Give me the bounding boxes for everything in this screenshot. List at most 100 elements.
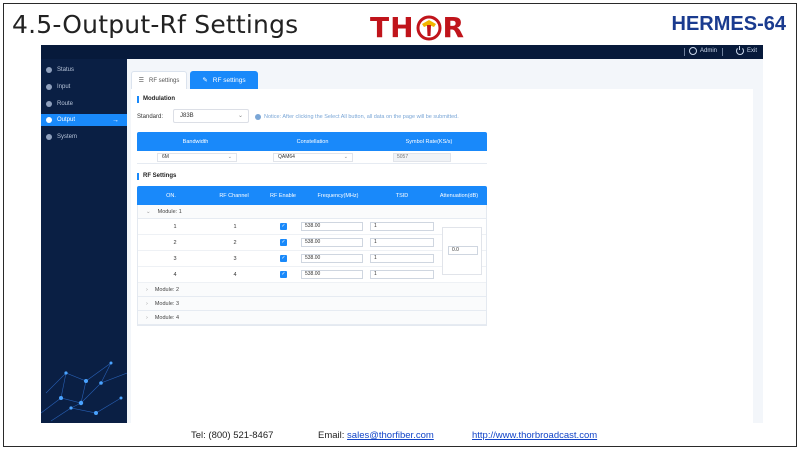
bandwidth-value: 6M [162, 154, 169, 160]
tsid-input[interactable]: 1 [370, 238, 434, 247]
logo-text-right: R [442, 11, 466, 44]
info-icon [255, 114, 261, 120]
row-on: 4 [173, 272, 177, 278]
modulation-table: Bandwidth Constellation Symbol Rate(KS/s… [137, 132, 487, 164]
table-row: 3 3 ✓ 538.00 1 [138, 251, 486, 267]
exit-button[interactable]: Exit [735, 46, 757, 55]
symbol-rate-input[interactable]: 5057 [393, 153, 451, 162]
standard-value: J83B [180, 113, 194, 119]
notice-text: Notice: After clicking the Select All bu… [255, 114, 459, 120]
power-icon [735, 46, 744, 55]
sidebar-item-status[interactable]: Status [41, 65, 127, 75]
user-menu[interactable]: Admin [688, 47, 717, 55]
module-label: Module: 2 [154, 286, 179, 293]
attenuation-cell: 0.0 [442, 227, 482, 275]
header-tsid: TSID [395, 192, 409, 199]
module-4-header[interactable]: › Module: 4 [138, 311, 486, 325]
notice-label: Notice: After clicking the Select All bu… [264, 114, 459, 120]
module-3-header[interactable]: › Module: 3 [138, 297, 486, 311]
footer-email: Email: sales@thorfiber.com [318, 430, 434, 441]
divider [722, 48, 723, 56]
standard-label: Standard: [137, 114, 164, 120]
sidebar-item-label: Status [57, 67, 75, 73]
row-on: 3 [173, 256, 177, 262]
row-channel: 1 [233, 224, 237, 230]
sidebar-item-system[interactable]: System [41, 132, 127, 142]
table-row: 2 2 ✓ 538.00 1 [138, 235, 486, 251]
user-name: Admin [699, 48, 717, 54]
sidebar-item-route[interactable]: Route [41, 99, 127, 109]
status-icon [46, 67, 52, 73]
table-row: 6M ⌄ QAM64 ⌄ 5057 [137, 151, 487, 164]
module-label: Module: 1 [157, 208, 182, 215]
row-channel: 2 [233, 240, 237, 246]
app-screenshot: Admin Exit Status Input Route Output → S… [41, 45, 763, 423]
rf-enable-checkbox[interactable]: ✓ [280, 239, 287, 246]
module-1-rows: 1 1 ✓ 538.00 1 2 2 ✓ 538.00 1 3 3 ✓ 538.… [138, 219, 486, 283]
header-bandwidth: Bandwidth [182, 138, 209, 145]
module-2-header[interactable]: › Module: 2 [138, 283, 486, 297]
rf-enable-checkbox[interactable]: ✓ [280, 223, 287, 230]
frequency-input[interactable]: 538.00 [301, 270, 363, 279]
chevron-down-icon: ⌄ [227, 154, 232, 160]
email-link[interactable]: sales@thorfiber.com [347, 430, 434, 441]
header-rf-enable: RF Enable [270, 192, 296, 199]
chevron-right-icon: › [146, 314, 148, 321]
route-icon [46, 101, 52, 107]
tab-rf-settings-2[interactable]: ✎ RF settings [190, 71, 258, 89]
frequency-input[interactable]: 538.00 [301, 254, 363, 263]
thor-logo: TH R [370, 11, 465, 44]
constellation-value: QAM64 [278, 154, 295, 160]
network-decoration-icon [41, 361, 127, 422]
constellation-select[interactable]: QAM64 ⌄ [273, 153, 353, 162]
table-row: 4 4 ✓ 538.00 1 [138, 267, 486, 283]
header-attenuation: Attenuation(dB) [439, 192, 479, 199]
tsid-input[interactable]: 1 [370, 270, 434, 279]
website-link[interactable]: http://www.thorbroadcast.com [472, 430, 597, 441]
rf-enable-checkbox[interactable]: ✓ [280, 255, 287, 262]
logo-text-left: TH [370, 11, 415, 44]
chevron-down-icon: ⌄ [146, 208, 151, 215]
module-label: Module: 4 [154, 314, 179, 321]
tab-rf-settings-1[interactable]: ☰ RF settings [131, 71, 187, 89]
table-row: 1 1 ✓ 538.00 1 [138, 219, 486, 235]
row-on: 1 [173, 224, 177, 230]
top-bar: Admin Exit [41, 45, 763, 59]
row-on: 2 [173, 240, 177, 246]
frequency-input[interactable]: 538.00 [301, 222, 363, 231]
sidebar-item-label: Output [57, 117, 76, 123]
main-content: ☰ RF settings ✎ RF settings Modulation S… [127, 59, 763, 423]
module-1-header[interactable]: ⌄ Module: 1 [138, 205, 486, 219]
chevron-right-icon: › [146, 300, 148, 307]
attenuation-input[interactable]: 0.0 [448, 246, 478, 255]
standard-select[interactable]: J83B ⌄ [173, 109, 249, 123]
slide-title: 4.5-Output-Rf Settings [12, 10, 299, 39]
sidebar-item-output[interactable]: Output → [41, 114, 127, 126]
slide: 4.5-Output-Rf Settings TH R HERMES-64 Ad… [3, 3, 797, 447]
header-constellation: Constellation [296, 138, 329, 145]
rf-section-title: RF Settings [137, 173, 176, 180]
frequency-input[interactable]: 538.00 [301, 238, 363, 247]
modulation-section-title: Modulation [137, 96, 175, 103]
bandwidth-select[interactable]: 6M ⌄ [157, 153, 237, 162]
header-frequency: Frequency(MHz) [317, 192, 359, 199]
settings-panel: Modulation Standard: J83B ⌄ Notice: Afte… [131, 89, 753, 423]
divider [684, 48, 685, 56]
rf-enable-checkbox[interactable]: ✓ [280, 271, 287, 278]
hammer-shield-icon [416, 15, 442, 41]
sidebar: Status Input Route Output → System [41, 59, 127, 423]
row-channel: 3 [233, 256, 237, 262]
tsid-input[interactable]: 1 [370, 222, 434, 231]
tsid-input[interactable]: 1 [370, 254, 434, 263]
module-label: Module: 3 [154, 300, 179, 307]
input-icon [46, 84, 52, 90]
modulation-table-header: Bandwidth Constellation Symbol Rate(KS/s… [137, 132, 487, 151]
tab-label: RF settings [212, 76, 246, 84]
footer-website: http://www.thorbroadcast.com [472, 430, 597, 441]
output-icon [46, 117, 52, 123]
header-symbol-rate: Symbol Rate(KS/s) [405, 138, 453, 145]
chevron-down-icon: ⌄ [237, 113, 243, 119]
sidebar-item-input[interactable]: Input [41, 82, 127, 92]
list-icon: ☰ [138, 78, 145, 84]
wrench-icon: ✎ [202, 77, 208, 84]
